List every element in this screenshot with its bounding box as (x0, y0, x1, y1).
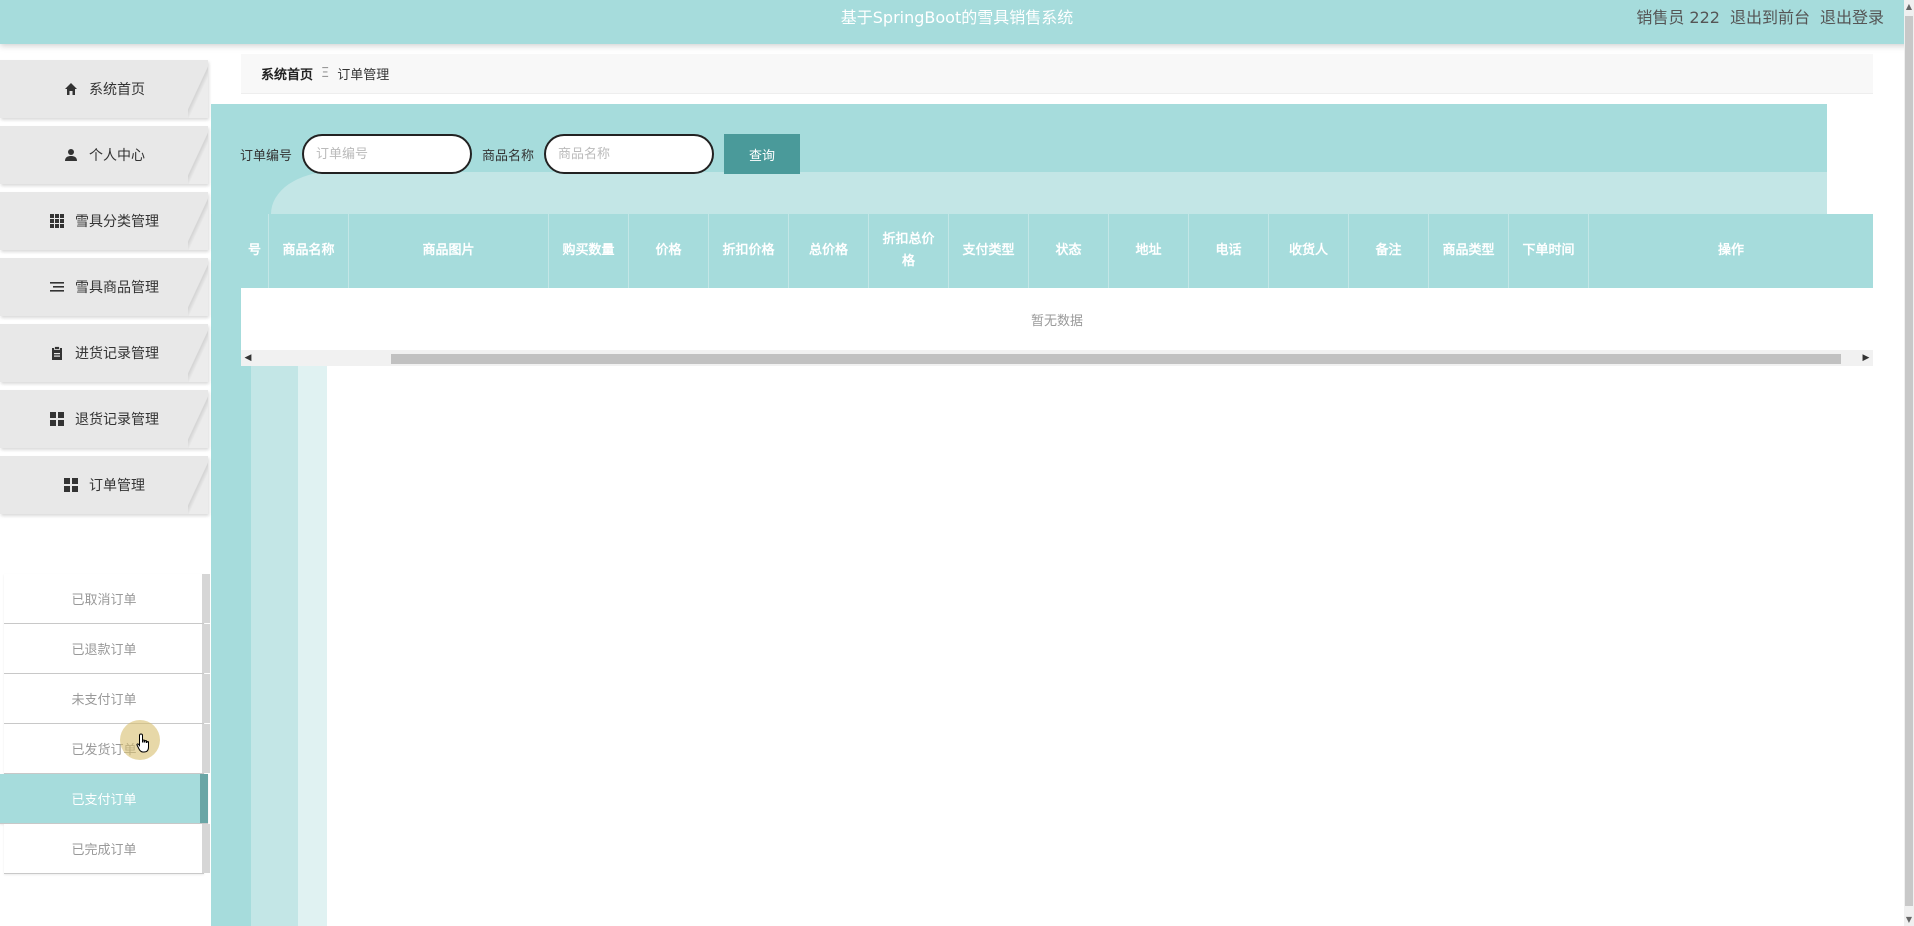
column-header: 购买数量 (549, 214, 629, 288)
user-label: 销售员 222 (1636, 8, 1720, 27)
submenu-unpaid-orders[interactable]: 未支付订单 (4, 674, 210, 724)
column-header: 商品类型 (1429, 214, 1509, 288)
list-icon (49, 279, 65, 295)
app-title: 基于SpringBoot的雪具销售系统 (840, 8, 1074, 27)
user-icon (63, 147, 79, 163)
breadcrumb-separator-icon: Ξ (321, 66, 330, 81)
sidebar-item-home[interactable]: 系统首页 (0, 60, 208, 118)
sidebar: 系统首页 个人中心 雪具分类管理 雪具商品管理 进货记录管理 退货记录管理 订单… (0, 60, 212, 874)
scroll-up-icon[interactable]: ▲ (1904, 2, 1914, 11)
horizontal-scrollbar[interactable]: ◀ ▶ (241, 350, 1873, 366)
search-panel-decoration (271, 172, 1827, 214)
sidebar-item-label: 雪具分类管理 (75, 214, 159, 230)
column-header: 电话 (1189, 214, 1269, 288)
query-button[interactable]: 查询 (724, 134, 801, 174)
sidebar-item-label: 退货记录管理 (75, 412, 159, 428)
breadcrumb-current: 订单管理 (337, 68, 390, 83)
home-icon (63, 81, 79, 97)
column-header: 操作 (1717, 243, 1744, 258)
column-header: 折扣价格 (709, 214, 789, 288)
apps-icon (63, 477, 79, 493)
sidebar-item-returns[interactable]: 退货记录管理 (0, 390, 208, 448)
column-header: 支付类型 (949, 214, 1029, 288)
product-name-input[interactable] (544, 134, 715, 174)
column-header: 状态 (1029, 214, 1109, 288)
orders-submenu: 已取消订单 已退款订单 未支付订单 已发货订单 已支付订单 已完成订单 (0, 574, 210, 874)
column-header: 地址 (1109, 214, 1189, 288)
column-header: 商品名称 (269, 214, 349, 288)
header-actions: 销售员 222 退出到前台 退出登录 (1636, 4, 1884, 28)
back-to-front-link[interactable]: 退出到前台 (1730, 4, 1810, 28)
hand-cursor-icon (136, 733, 152, 757)
sidebar-item-label: 雪具商品管理 (75, 280, 159, 296)
clipboard-icon (49, 345, 65, 361)
scroll-down-icon[interactable]: ▼ (1904, 915, 1914, 924)
order-no-label: 订单编号 (240, 148, 293, 164)
scroll-right-icon[interactable]: ▶ (1859, 350, 1873, 366)
logout-link[interactable]: 退出登录 (1820, 4, 1884, 28)
column-header: 号 (241, 214, 269, 288)
submenu-paid-orders[interactable]: 已支付订单 (0, 774, 208, 824)
sidebar-item-profile[interactable]: 个人中心 (0, 126, 208, 184)
submenu-completed-orders[interactable]: 已完成订单 (4, 824, 210, 874)
vertical-scroll-thumb[interactable] (1905, 16, 1913, 906)
sidebar-item-label: 系统首页 (89, 82, 145, 98)
sidebar-item-label: 个人中心 (89, 148, 145, 164)
column-header: 总价格 (789, 214, 869, 288)
column-header: 收货人 (1269, 214, 1349, 288)
breadcrumb-home[interactable]: 系统首页 (261, 64, 313, 83)
top-bar: 基于SpringBoot的雪具销售系统 销售员 222 退出到前台 退出登录 (0, 0, 1914, 44)
empty-state: 暂无数据 (241, 288, 1873, 350)
sidebar-item-label: 订单管理 (89, 478, 145, 494)
submenu-cancelled-orders[interactable]: 已取消订单 (4, 574, 210, 624)
sidebar-item-purchase[interactable]: 进货记录管理 (0, 324, 208, 382)
submenu-shipped-orders[interactable]: 已发货订单 (4, 724, 210, 774)
horizontal-scroll-thumb[interactable] (391, 354, 1841, 364)
submenu-refunded-orders[interactable]: 已退款订单 (4, 624, 210, 674)
sidebar-item-category[interactable]: 雪具分类管理 (0, 192, 208, 250)
column-header: 折扣总价格 (869, 214, 949, 288)
sidebar-item-products[interactable]: 雪具商品管理 (0, 258, 208, 316)
column-header: 价格 (629, 214, 709, 288)
product-name-label: 商品名称 (482, 148, 535, 164)
column-header: 备注 (1349, 214, 1429, 288)
apps-icon (49, 411, 65, 427)
order-no-input[interactable] (302, 134, 473, 174)
vertical-scrollbar[interactable]: ▲ ▼ (1904, 0, 1914, 926)
grid-icon (49, 213, 65, 229)
search-form: 订单编号 商品名称 查询 (240, 134, 801, 174)
orders-table: 号 商品名称 商品图片 购买数量 价格 折扣价格 总价格 折扣总价格 支付类型 … (241, 214, 1873, 366)
breadcrumb: 系统首页 Ξ 订单管理 (241, 54, 1873, 94)
scroll-left-icon[interactable]: ◀ (241, 350, 255, 366)
table-header: 号 商品名称 商品图片 购买数量 价格 折扣价格 总价格 折扣总价格 支付类型 … (241, 214, 1873, 288)
sidebar-item-orders[interactable]: 订单管理 (0, 456, 208, 514)
column-header: 商品图片 (349, 214, 549, 288)
column-header: 下单时间 (1509, 214, 1589, 288)
sidebar-item-label: 进货记录管理 (75, 346, 159, 362)
